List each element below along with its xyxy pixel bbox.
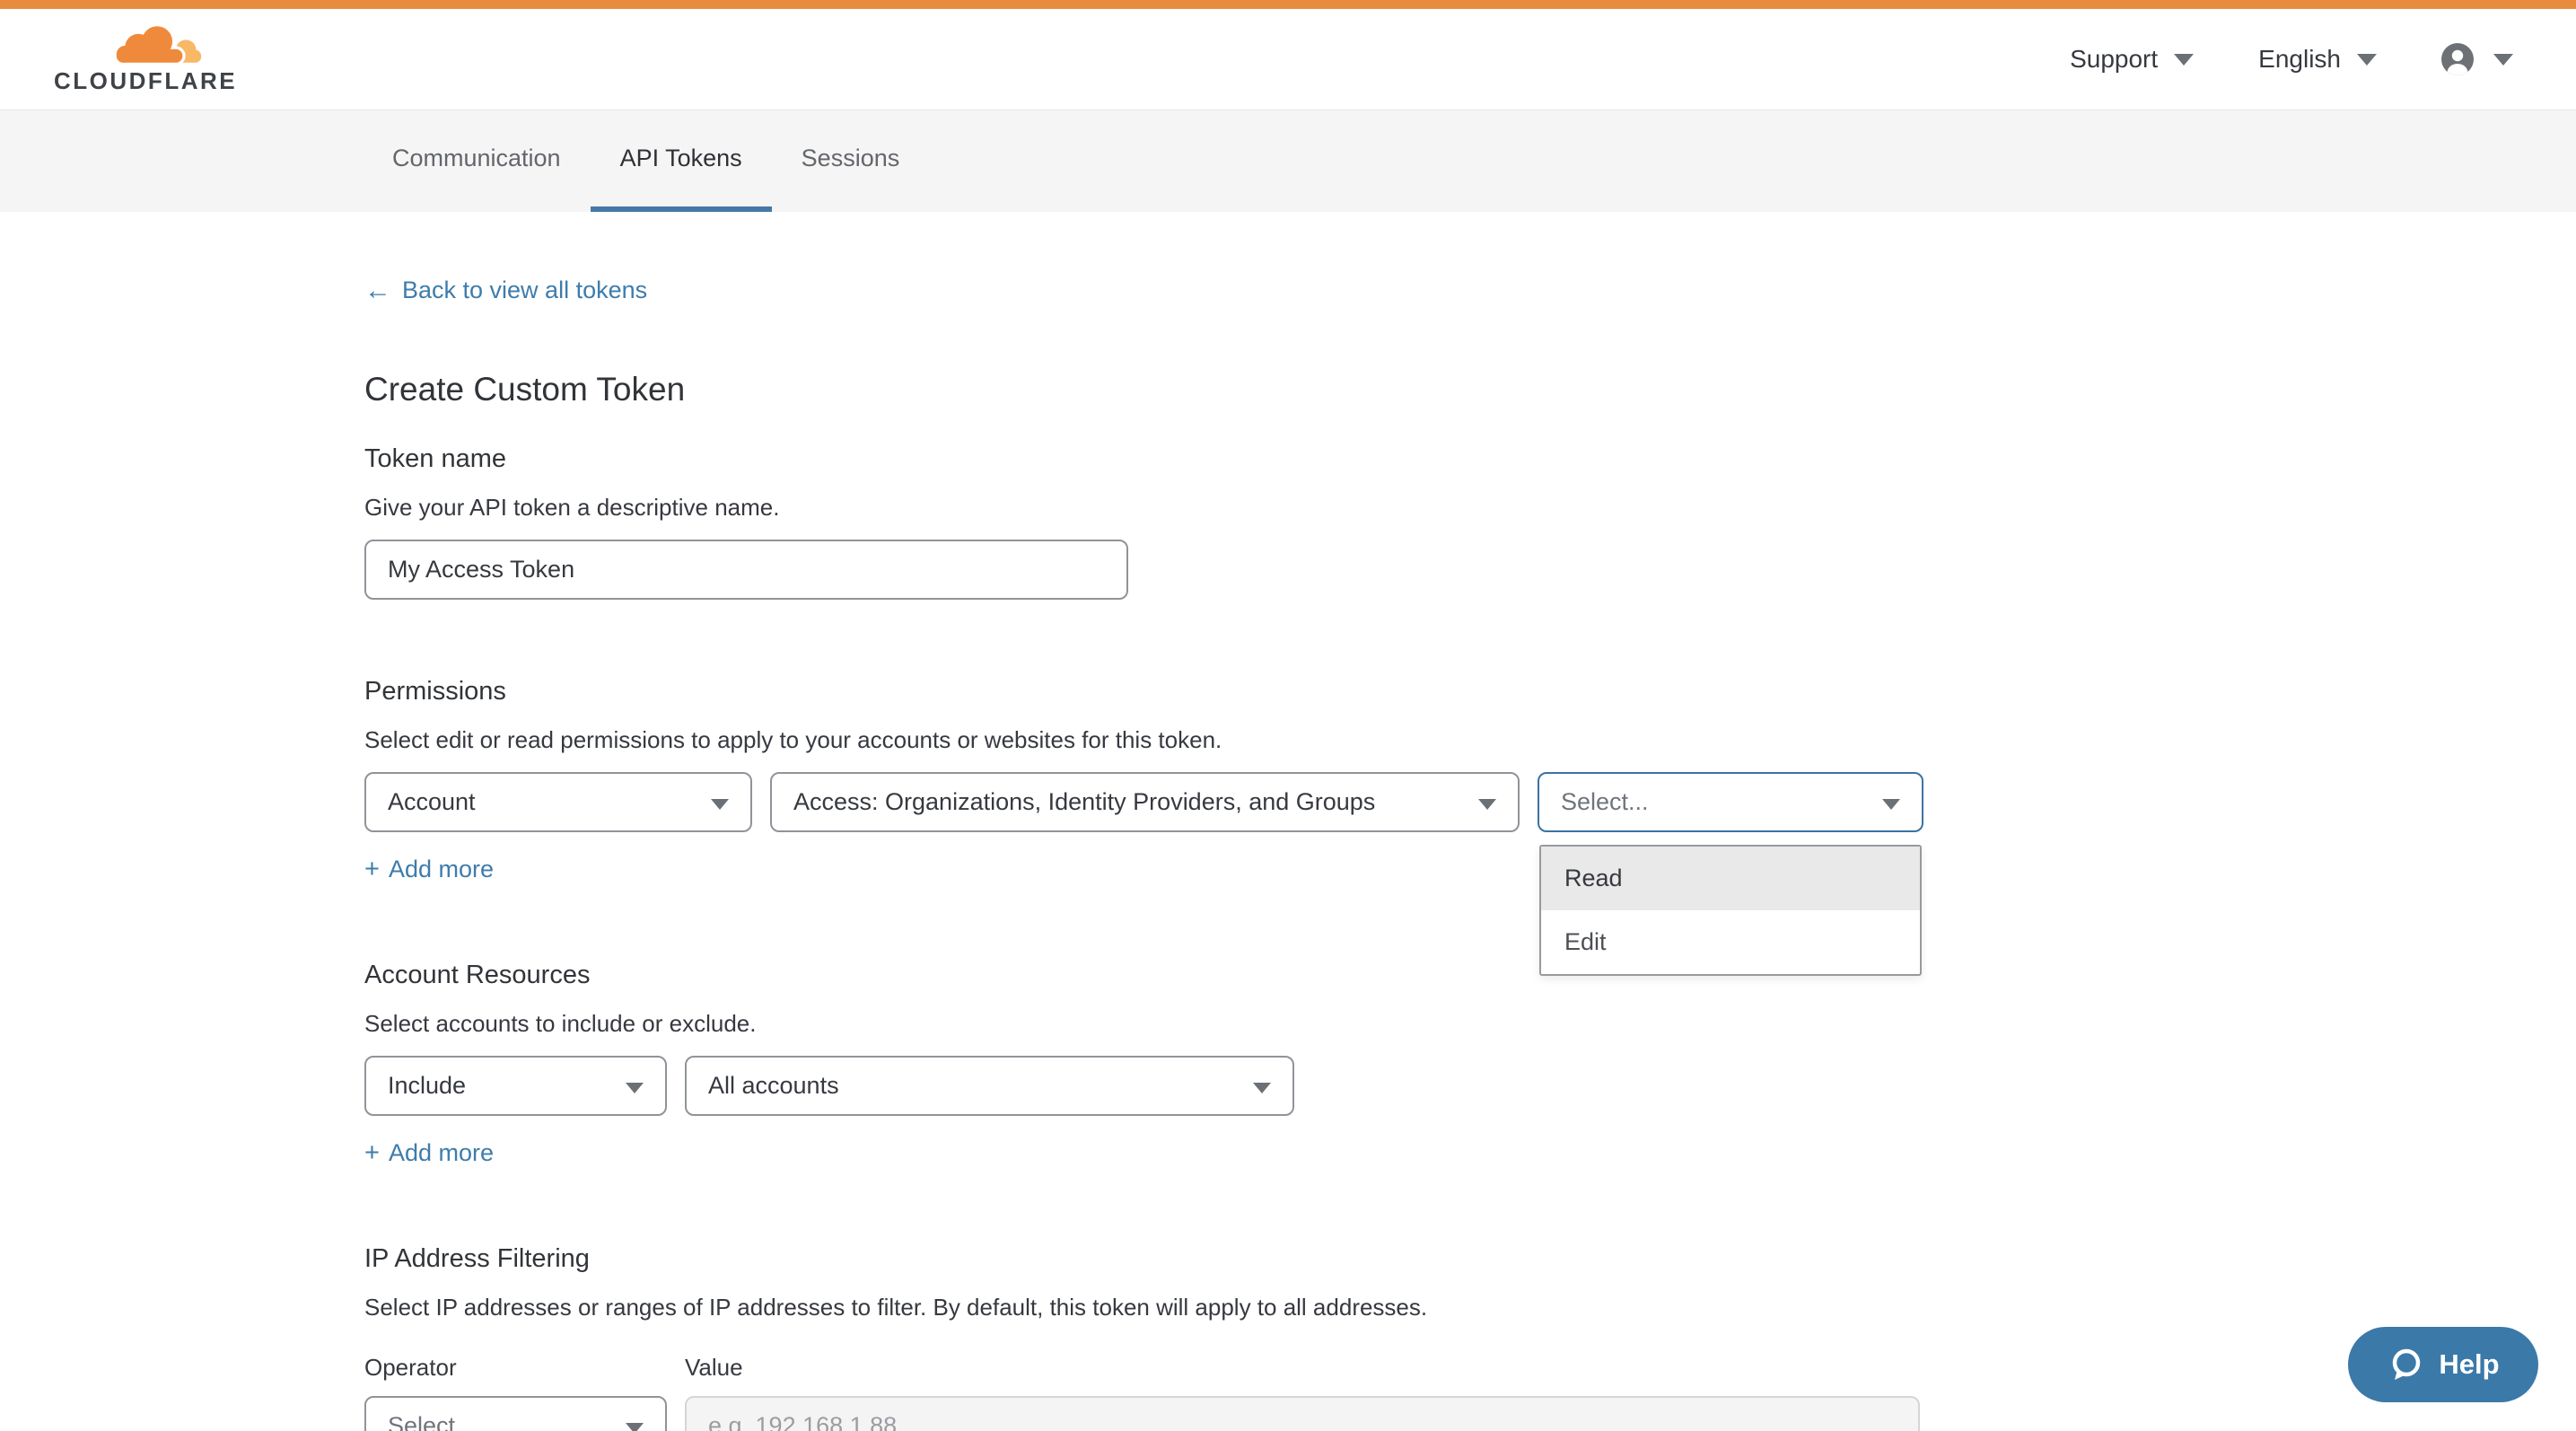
user-avatar-icon (2441, 43, 2474, 75)
account-resources-add-more-link[interactable]: + Add more (364, 1139, 494, 1167)
main-content: ← Back to view all tokens Create Custom … (0, 212, 1975, 1431)
ip-filtering-description: Select IP addresses or ranges of IP addr… (364, 1294, 1975, 1321)
page-title: Create Custom Token (364, 371, 1975, 408)
operator-label: Operator (364, 1354, 667, 1382)
cloudflare-logo[interactable]: CLOUDFLARE (54, 24, 212, 95)
tab-sessions[interactable]: Sessions (772, 110, 930, 212)
chevron-down-icon (1478, 799, 1496, 810)
chevron-down-icon (2493, 54, 2513, 66)
cloudflare-wordmark: CLOUDFLARE (54, 67, 237, 95)
tab-communication[interactable]: Communication (363, 110, 591, 212)
access-options-menu: Read Edit (1539, 845, 1922, 976)
back-link[interactable]: ← Back to view all tokens (364, 277, 647, 304)
chevron-down-icon (2174, 54, 2194, 66)
settings-tabbar: Communication API Tokens Sessions (0, 110, 2576, 212)
chat-bubble-icon (2387, 1346, 2424, 1383)
token-name-input[interactable] (364, 540, 1128, 600)
ip-value-input[interactable] (685, 1396, 1920, 1431)
permission-access-placeholder: Select... (1561, 788, 1649, 816)
support-menu-label: Support (2070, 45, 2158, 74)
help-button-label: Help (2439, 1348, 2499, 1381)
permissions-description: Select edit or read permissions to apply… (364, 726, 1975, 754)
operator-select-placeholder: Select... (388, 1412, 476, 1431)
permission-access-select[interactable]: Select... Read Edit (1538, 772, 1923, 832)
language-menu-label: English (2258, 45, 2341, 74)
tab-api-tokens[interactable]: API Tokens (591, 110, 772, 212)
chevron-down-icon (1882, 799, 1900, 810)
token-name-heading: Token name (364, 444, 1975, 474)
back-arrow-icon: ← (364, 277, 391, 304)
back-link-label: Back to view all tokens (402, 277, 647, 304)
chevron-down-icon (1253, 1083, 1271, 1093)
resource-mode-value: Include (388, 1072, 466, 1100)
plus-icon: + (364, 856, 380, 882)
plus-icon: + (364, 1140, 380, 1166)
ip-filtering-heading: IP Address Filtering (364, 1244, 1975, 1274)
cloudflare-cloud-icon (113, 24, 203, 66)
permissions-add-more-link[interactable]: + Add more (364, 856, 494, 883)
app-header: CLOUDFLARE Support English (0, 9, 2576, 110)
value-label: Value (685, 1354, 1294, 1382)
token-name-description: Give your API token a descriptive name. (364, 494, 1975, 522)
support-menu[interactable]: Support (2070, 45, 2194, 74)
menu-option-edit[interactable]: Edit (1541, 910, 1920, 974)
permission-resource-select[interactable]: Access: Organizations, Identity Provider… (770, 772, 1520, 832)
chevron-down-icon (711, 799, 729, 810)
chevron-down-icon (626, 1423, 644, 1431)
help-button[interactable]: Help (2348, 1327, 2538, 1402)
permission-scope-select[interactable]: Account (364, 772, 752, 832)
operator-select[interactable]: Select... (364, 1396, 667, 1431)
chevron-down-icon (2357, 54, 2377, 66)
language-menu[interactable]: English (2258, 45, 2377, 74)
menu-option-read[interactable]: Read (1541, 847, 1920, 910)
resource-mode-select[interactable]: Include (364, 1056, 667, 1116)
header-actions: Support English (2070, 43, 2513, 75)
permission-scope-value: Account (388, 788, 476, 816)
chevron-down-icon (626, 1083, 644, 1093)
account-resources-add-more-label: Add more (389, 1139, 494, 1167)
resource-accounts-select[interactable]: All accounts (685, 1056, 1294, 1116)
permissions-add-more-label: Add more (389, 856, 494, 883)
permissions-heading: Permissions (364, 677, 1975, 707)
account-resources-description: Select accounts to include or exclude. (364, 1010, 1975, 1038)
brand-accent-bar (0, 0, 2576, 9)
permission-resource-value: Access: Organizations, Identity Provider… (793, 788, 1375, 816)
resource-accounts-value: All accounts (708, 1072, 839, 1100)
user-menu[interactable] (2441, 43, 2513, 75)
